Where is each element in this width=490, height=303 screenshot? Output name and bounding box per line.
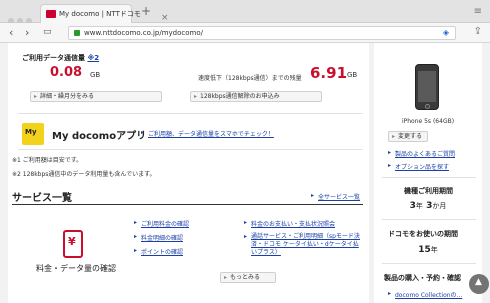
service-list-title: サービス一覧 [12,193,72,204]
used-data-value: 0.08 [50,65,83,80]
link-arrow-icon: ▸ [134,247,138,254]
divider [18,149,363,150]
tab-mydocomo[interactable]: My docomo | NTTドコモ × [40,4,169,23]
device-name: iPhone 5s (64GB) [401,118,455,125]
forward-button[interactable]: › [25,26,29,39]
yen-icon: ¥ [68,235,76,248]
link-arrow-icon: ▸ [134,233,138,240]
divider [382,219,476,220]
docomo-period-title: ドコモをお使いの期間 [388,230,458,238]
sidebar: iPhone 5s (64GB) 変更する ▸ 製品のよくあるご質問 ▸ オプシ… [374,43,482,303]
extension-shield-icon[interactable]: ◈ [443,28,449,37]
link-arrow-icon: ▸ [141,129,145,136]
link-arrow-icon: ▸ [311,192,315,199]
sidebar-toggle-icon[interactable]: ▭ [43,27,52,37]
mydocomo-app-title: My docomoアプリ [52,131,147,142]
device-period-months-unit: か月 [432,202,447,210]
divider [382,177,476,178]
new-tab-button[interactable]: + [141,4,151,18]
product-faq-link[interactable]: 製品のよくあるご質問 [395,149,455,158]
tab-strip: My docomo | NTTドコモ × + ≡ [0,0,490,24]
url-text[interactable]: www.nttdocomo.co.jp/mydocomo/ [84,29,203,37]
phone-screen [418,71,436,102]
docomo-favicon-icon [46,10,56,18]
remaining-label: 速度低下（128kbps通信）までの残量 [198,75,302,82]
call-usage-link[interactable]: 通話サービス・ご利用明細（spモード決済・ドコモ ケータイ払い・dケータイ払いプ… [251,233,363,257]
fee-confirm-link[interactable]: ご利用料金の確認 [141,219,189,228]
menu-icon[interactable]: ≡ [474,6,482,17]
page-content: ご利用データ通信量 ※2 0.08 GB 速度低下（128kbps通信）までの残… [0,43,490,303]
link-arrow-icon: ▸ [388,290,392,297]
lock-icon [74,30,80,36]
data-usage-title: ご利用データ通信量 ※2 [22,53,99,63]
data-usage-title-text: ご利用データ通信量 [22,54,85,62]
change-device-button[interactable]: 変更する [388,131,428,142]
address-bar[interactable]: www.nttdocomo.co.jp/mydocomo/ ◈ [68,26,456,40]
more-button[interactable]: もっとみる [220,272,276,283]
remaining-data-unit: GB [347,71,358,79]
arrow-up-icon: ▲ [475,277,482,287]
phone-home-button [425,104,430,109]
share-icon[interactable]: ⇪ [474,26,482,37]
mydocomo-app-link[interactable]: ご利用額、データ通信量をスマホでチェック！ [148,129,274,138]
link-arrow-icon: ▸ [244,219,248,226]
option-search-link[interactable]: オプション品を探す [395,162,449,171]
docomo-collection-link[interactable]: docomo Collectionの... [395,290,462,299]
device-period-value: 3年 3か月 [374,201,482,211]
divider [382,263,476,264]
mydocomo-app-icon-text: My [25,128,37,136]
link-arrow-icon: ▸ [244,233,248,240]
browser-window: My docomo | NTTドコモ × + ≡ ‹ › ▭ www.nttdo… [0,0,490,303]
browser-toolbar: ‹ › ▭ www.nttdocomo.co.jp/mydocomo/ ◈ ⇪ [0,23,490,43]
remaining-data-value: 6.91 [310,64,348,82]
device-period-years-unit: 年 [415,202,423,210]
note-link-2[interactable]: ※2 [87,54,99,62]
main-column: ご利用データ通信量 ※2 0.08 GB 速度低下（128kbps通信）までの残… [8,43,369,303]
link-arrow-icon: ▸ [134,219,138,226]
docomo-period-years: 15 [418,245,431,255]
used-data-unit: GB [90,71,101,79]
fee-statement-link[interactable]: 料金明細の確認 [141,233,183,242]
smartphone-yen-icon: ¥ [63,230,83,258]
link-arrow-icon: ▸ [388,149,392,156]
note-2: ※2 128kbps通信中のデータ利用量も含んでいます。 [12,171,156,178]
purchase-title: 製品の購入・予約・確認 [384,274,461,282]
release-128kbps-button[interactable]: 128kbps通信解除のお申込み [190,91,322,102]
points-link[interactable]: ポイントの確認 [141,247,183,256]
back-button[interactable]: ‹ [9,26,13,39]
note-1: ※1 ご利用額は目安です。 [12,157,83,164]
scroll-to-top-button[interactable]: ▲ [469,274,489,294]
close-icon[interactable]: × [161,13,169,23]
docomo-period-years-unit: 年 [430,246,438,254]
docomo-period-value: 15年 [374,245,482,255]
all-services-link[interactable]: 全サービス一覧 [318,192,360,201]
tab-title: My docomo | NTTドコモ [59,10,141,18]
fee-check-label: 料金・データ量の確認 [36,264,116,273]
divider [18,113,363,114]
iphone-image [415,64,439,110]
mydocomo-app-icon: My [22,123,44,145]
usage-detail-button[interactable]: 詳細・繰月分をみる [30,91,162,102]
payment-status-link[interactable]: 料金のお支払い・支払状況照会 [251,219,335,228]
section-underline [12,204,363,205]
device-period-title: 機種ご利用期間 [404,187,453,195]
link-arrow-icon: ▸ [388,162,392,169]
